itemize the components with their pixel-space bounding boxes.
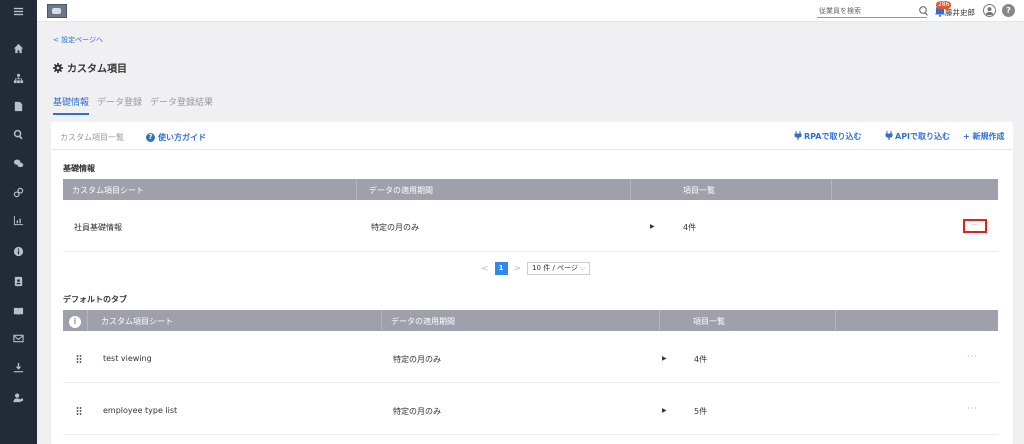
document-icon[interactable]	[0, 98, 37, 114]
import-api-button[interactable]: APIで取り込む	[885, 131, 950, 142]
page-number-button[interactable]: 1	[494, 262, 508, 275]
chart-icon[interactable]	[0, 212, 37, 228]
table-row[interactable]: 社員基礎情報 特定の月のみ ▶ 4件	[63, 200, 998, 252]
question-icon: ?	[146, 133, 155, 142]
tab-data-registration[interactable]: データ登録	[97, 95, 142, 115]
prev-page-button[interactable]: <	[481, 264, 489, 274]
custom-item-list-label: カスタム項目一覧	[60, 133, 124, 142]
period-value: 特定の月のみ	[393, 407, 441, 416]
item-count: 5件	[694, 407, 708, 416]
basic-table-header: カスタム項目シート データの適用期間 項目一覧	[63, 179, 998, 200]
column-header-period: データの適用期間	[391, 317, 455, 326]
download-icon[interactable]	[0, 359, 37, 375]
plug-icon	[794, 131, 802, 142]
search-icon[interactable]	[918, 5, 930, 17]
more-options-button-highlighted[interactable]: ···	[963, 219, 987, 233]
sheet-name[interactable]: 社員基礎情報	[74, 222, 122, 233]
chat-icon[interactable]	[0, 155, 37, 171]
info-icon[interactable]	[0, 243, 37, 259]
table-row[interactable]: employee type list 特定の月のみ ▶ 5件 ···	[63, 383, 998, 435]
expand-caret-icon[interactable]: ▶	[662, 407, 667, 414]
sheet-name[interactable]: test viewing	[103, 354, 152, 363]
link-icon[interactable]	[0, 184, 37, 200]
org-chart-icon[interactable]	[0, 70, 37, 86]
info-icon[interactable]: i	[69, 316, 81, 328]
home-icon[interactable]	[0, 40, 37, 56]
user-settings-icon[interactable]	[0, 389, 37, 405]
back-to-settings-link[interactable]: < 設定ページへ	[53, 35, 103, 45]
employee-search-input[interactable]: 従業員を検索	[817, 5, 927, 18]
plug-icon	[885, 131, 893, 142]
column-header-items: 項目一覧	[683, 186, 715, 195]
search-icon[interactable]	[0, 126, 37, 142]
tab-data-registration-results[interactable]: データ登録結果	[150, 95, 213, 115]
period-value: 特定の月のみ	[393, 355, 441, 364]
next-page-button[interactable]: >	[514, 264, 522, 274]
card-header: カスタム項目一覧 ? 使い方ガイド RPAで取り込む APIで取り込む + 新規…	[51, 122, 1013, 150]
expand-caret-icon[interactable]: ▶	[650, 223, 655, 230]
period-value: 特定の月のみ	[371, 223, 419, 232]
page-size-select[interactable]: 10 件 / ページ ⌵	[527, 262, 591, 275]
expand-caret-icon[interactable]: ▶	[662, 355, 667, 362]
basic-section-title: 基礎情報	[63, 164, 95, 173]
top-bar: 従業員を検索 286 藤井史郎 ?	[37, 0, 1024, 22]
company-logo[interactable]	[47, 4, 67, 18]
page-title: カスタム項目	[53, 60, 127, 75]
mail-icon[interactable]	[0, 330, 37, 346]
default-table-header: i カスタム項目シート データの適用期間 項目一覧	[63, 310, 998, 331]
column-header-sheet: カスタム項目シート	[101, 317, 173, 326]
default-tab-section-title: デフォルトのタブ	[63, 295, 127, 304]
item-count: 4件	[683, 223, 697, 232]
usage-guide-link[interactable]: ? 使い方ガイド	[146, 132, 206, 143]
pagination: < 1 > 10 件 / ページ ⌵	[481, 262, 591, 275]
avatar-icon[interactable]	[983, 4, 996, 17]
gear-icon	[53, 62, 63, 73]
page-size-value: 10 件 / ページ	[532, 264, 578, 272]
more-options-button[interactable]: ···	[967, 352, 978, 361]
chevron-down-icon: ⌵	[580, 264, 586, 272]
menu-icon[interactable]	[0, 3, 37, 19]
tab-basic-info[interactable]: 基礎情報	[53, 95, 90, 115]
left-nav	[0, 0, 37, 444]
new-create-button[interactable]: + 新規作成	[963, 131, 1005, 142]
import-api-label: APIで取り込む	[895, 132, 951, 141]
column-header-sheet: カスタム項目シート	[72, 186, 144, 195]
drag-handle-icon[interactable]	[76, 355, 82, 363]
sheet-name[interactable]: employee type list	[103, 406, 177, 415]
book-icon[interactable]	[0, 303, 37, 319]
help-icon[interactable]: ?	[1002, 4, 1015, 17]
drag-handle-icon[interactable]	[76, 407, 82, 415]
table-row[interactable]: test viewing 特定の月のみ ▶ 4件 ···	[63, 331, 998, 383]
column-header-items: 項目一覧	[693, 317, 725, 326]
page-title-text: カスタム項目	[67, 64, 127, 75]
usage-guide-label: 使い方ガイド	[158, 133, 206, 142]
column-header-period: データの適用期間	[369, 186, 433, 195]
more-options-button[interactable]: ···	[967, 404, 978, 413]
tab-bar: 基礎情報 データ登録 データ登録結果	[53, 95, 213, 115]
custom-items-card: カスタム項目一覧 ? 使い方ガイド RPAで取り込む APIで取り込む + 新規…	[51, 122, 1013, 444]
id-card-icon[interactable]	[0, 273, 37, 289]
import-rpa-label: RPAで取り込む	[804, 132, 862, 141]
import-rpa-button[interactable]: RPAで取り込む	[794, 131, 861, 142]
user-name[interactable]: 藤井史郎	[945, 7, 975, 18]
item-count: 4件	[694, 355, 708, 364]
